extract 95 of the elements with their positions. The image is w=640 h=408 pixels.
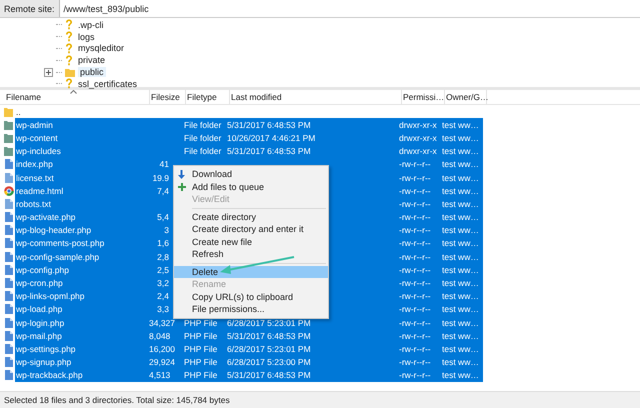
file-permissions: -rw-r--r-- [399, 357, 431, 368]
file-name: wp-load.php [15, 304, 64, 314]
file-size: 2,8 [157, 252, 169, 262]
file-permissions: -rw-r--r-- [399, 252, 431, 262]
file-permissions: -rw-r--r-- [399, 278, 431, 288]
file-size: 2,4 [157, 291, 169, 302]
file-name: wp-trackback.php [15, 370, 84, 380]
file-permissions: -rw-r--r-- [399, 344, 431, 354]
file-size: 8,048 [149, 330, 170, 341]
file-name: robots.txt [15, 198, 52, 209]
file-type: File folder [184, 132, 222, 143]
file-type: PHP File [184, 318, 218, 328]
file-name: .. [15, 106, 22, 117]
file-owner: test ww… [442, 330, 479, 341]
file-permissions: -rw-r--r-- [399, 172, 431, 183]
file-size: 19.9 [152, 172, 169, 183]
file-owner: test ww… [442, 370, 479, 380]
file-size: 41 [160, 159, 169, 170]
file-permissions: -rw-r--r-- [399, 370, 431, 380]
file-owner: test ww… [442, 238, 479, 248]
file-type: PHP File [184, 330, 218, 341]
file-size: 2,5 [157, 264, 169, 275]
file-size: 3,3 [157, 304, 169, 314]
file-owner: test ww… [442, 120, 479, 130]
file-size: 3,2 [157, 278, 169, 288]
file-name: wp-activate.php [15, 212, 77, 222]
file-name: wp-includes [15, 146, 62, 156]
file-owner: test ww… [442, 304, 479, 314]
file-size: 1,6 [157, 238, 169, 248]
file-modified: 6/28/2017 5:23:01 PM [227, 344, 311, 354]
file-type: PHP File [184, 344, 218, 354]
file-owner: test ww… [442, 252, 479, 262]
file-type: File folder [184, 120, 222, 130]
status-bar: Selected 18 files and 3 directories. Total size: 145,784 bytes [0, 391, 640, 408]
file-owner: test ww… [442, 172, 479, 183]
file-permissions: -rw-r--r-- [399, 198, 431, 209]
file-permissions: -rw-r--r-- [399, 159, 431, 170]
file-owner: test ww… [442, 357, 479, 368]
file-modified: 5/31/2017 6:48:53 PM [227, 120, 311, 130]
file-name: wp-admin [15, 120, 54, 130]
file-permissions: -rw-r--r-- [399, 212, 431, 222]
file-owner: test ww… [442, 264, 479, 275]
file-size: 5,4 [157, 212, 169, 222]
file-name: wp-settings.php [15, 344, 77, 354]
file-permissions: -rw-r--r-- [399, 238, 431, 248]
file-owner: test ww… [442, 291, 479, 302]
file-owner: test ww… [442, 212, 479, 222]
file-name: readme.html [15, 186, 64, 196]
file-type: PHP File [184, 357, 218, 368]
file-owner: test ww… [442, 344, 479, 354]
file-type: File folder [184, 146, 222, 156]
file-modified: 5/31/2017 6:48:53 PM [227, 146, 311, 156]
file-name: license.txt [15, 172, 55, 183]
file-owner: test ww… [442, 198, 479, 209]
file-name: wp-links-opml.php [15, 291, 86, 302]
file-permissions: -rw-r--r-- [399, 186, 431, 196]
file-permissions: -rw-r--r-- [399, 264, 431, 275]
file-permissions: drwxr-xr-x [399, 146, 437, 156]
file-name: wp-comments-post.php [15, 238, 106, 248]
file-permissions: -rw-r--r-- [399, 318, 431, 328]
file-name: wp-signup.php [15, 357, 72, 368]
file-permissions: drwxr-xr-x [399, 132, 437, 143]
file-name: index.php [15, 159, 54, 170]
file-modified: 10/26/2017 4:46:21 PM [227, 132, 316, 143]
file-modified: 5/31/2017 6:48:53 PM [227, 330, 311, 341]
file-permissions: drwxr-xr-x [399, 120, 437, 130]
file-modified: 5/31/2017 6:48:53 PM [227, 370, 311, 380]
file-owner: test ww… [442, 225, 479, 236]
file-size: 4,513 [149, 370, 170, 380]
file-name: wp-config-sample.php [15, 252, 100, 262]
file-owner: test ww… [442, 186, 479, 196]
file-name: wp-blog-header.php [15, 225, 92, 236]
file-owner: test ww… [442, 132, 479, 143]
file-size: 29,924 [149, 357, 175, 368]
file-owner: test ww… [442, 146, 479, 156]
file-size: 3 [164, 225, 169, 236]
file-permissions: -rw-r--r-- [399, 304, 431, 314]
file-size: 34,327 [149, 318, 175, 328]
file-owner: test ww… [442, 318, 479, 328]
file-modified: 6/28/2017 5:23:01 PM [227, 318, 311, 328]
file-modified: 6/28/2017 5:23:00 PM [227, 357, 311, 368]
file-name: wp-config.php [15, 264, 70, 275]
file-type: PHP File [184, 370, 218, 380]
file-name: wp-login.php [15, 318, 66, 328]
file-owner: test ww… [442, 159, 479, 170]
file-permissions: -rw-r--r-- [399, 291, 431, 302]
file-name: wp-mail.php [15, 330, 63, 341]
file-permissions: -rw-r--r-- [399, 330, 431, 341]
file-permissions: -rw-r--r-- [399, 225, 431, 236]
file-size: 7,4 [157, 186, 169, 196]
file-name: wp-cron.php [15, 278, 64, 288]
file-name: wp-content [15, 132, 59, 143]
file-owner: test ww… [442, 278, 479, 288]
file-size: 16,200 [149, 344, 175, 354]
remote-site-label: Remote site: [0, 0, 60, 17]
